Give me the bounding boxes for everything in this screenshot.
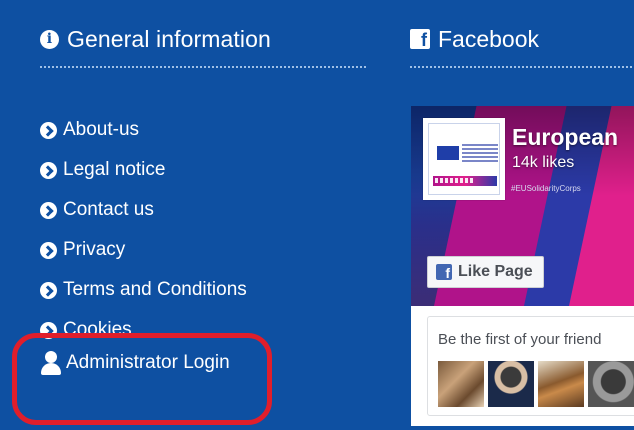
friends-box: Be the first of your friend [427, 316, 634, 416]
friend-avatar[interactable] [438, 361, 484, 407]
general-information-title: General information [67, 25, 271, 52]
chevron-circle-right-icon [40, 201, 57, 219]
link-contact-us[interactable]: Contact us [40, 190, 368, 230]
footer-links: About-us Legal notice Contact us Privacy… [40, 110, 368, 350]
link-label: Contact us [63, 199, 154, 220]
friend-avatar[interactable] [538, 361, 584, 407]
link-terms-and-conditions[interactable]: Terms and Conditions [40, 270, 368, 310]
facebook-square-icon: f [410, 29, 430, 50]
facebook-section: f Facebook [410, 22, 634, 68]
friend-avatar[interactable] [488, 361, 534, 407]
chevron-circle-right-icon [40, 281, 57, 299]
facebook-divider [410, 66, 634, 68]
red-highlight-circle [12, 333, 272, 425]
footer-panel: i General information About-us Legal not… [0, 0, 634, 430]
eu-flag-icon [437, 146, 459, 160]
facebook-page-name[interactable]: European [512, 124, 618, 151]
like-page-button[interactable]: f Like Page [427, 256, 544, 288]
chevron-circle-right-icon [40, 121, 57, 139]
general-information-heading: i General information [40, 22, 368, 56]
facebook-icon: f [436, 264, 452, 281]
facebook-page-widget: #EUSolidarityCorps European 14k likes f … [411, 106, 634, 426]
link-about-us[interactable]: About-us [40, 110, 368, 150]
facebook-cover-image[interactable]: #EUSolidarityCorps European 14k likes f … [411, 106, 634, 306]
like-page-label: Like Page [458, 263, 533, 280]
link-label: Privacy [63, 239, 126, 260]
link-label: About-us [63, 119, 140, 140]
chevron-circle-right-icon [40, 241, 57, 259]
link-label: Legal notice [63, 159, 166, 180]
friends-text: Be the first of your friend [438, 331, 602, 348]
info-circle-icon: i [40, 29, 59, 49]
facebook-heading: f Facebook [410, 22, 634, 56]
link-label: Terms and Conditions [63, 279, 247, 300]
facebook-title: Facebook [438, 25, 540, 52]
facebook-likes-count: 14k likes [512, 154, 575, 171]
general-information-section: i General information About-us Legal not… [40, 22, 368, 350]
chevron-circle-right-icon [40, 161, 57, 179]
page-handle: #EUSolidarityCorps [511, 184, 581, 193]
heading-divider [40, 66, 366, 68]
friend-avatar[interactable] [588, 361, 634, 407]
link-legal-notice[interactable]: Legal notice [40, 150, 368, 190]
link-privacy[interactable]: Privacy [40, 230, 368, 270]
page-logo[interactable] [423, 118, 505, 200]
